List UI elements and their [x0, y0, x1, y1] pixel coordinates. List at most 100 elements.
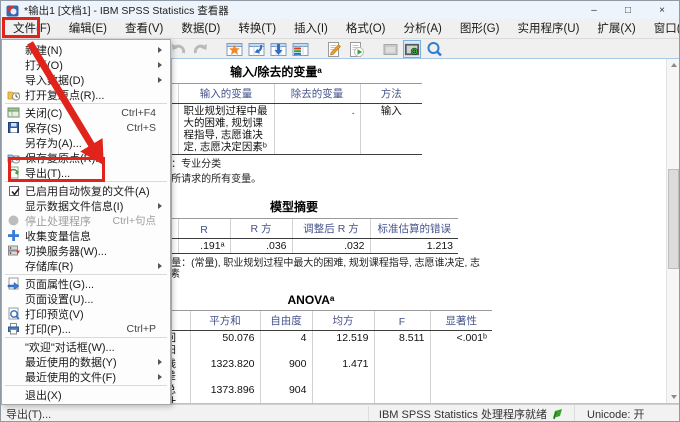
- table-row: .191ᵃ .036.032 1.213: [172, 238, 458, 254]
- menubar-item-utilities[interactable]: 实用程序(U): [508, 19, 588, 39]
- menubar-item-view[interactable]: 查看(V): [116, 19, 172, 39]
- menu-item-print-preview[interactable]: 打印预览(V): [2, 306, 170, 321]
- menu-item-open-restore-point[interactable]: 打开复原点(R)...: [2, 87, 170, 102]
- table-footnote: b. 已输入所请求的所有变量。: [171, 174, 262, 185]
- table-cell: 8.511: [373, 330, 430, 357]
- menubar-item-extensions[interactable]: 扩展(X): [588, 19, 644, 39]
- goto-data-icon[interactable]: [247, 40, 265, 58]
- maximize-button[interactable]: □: [611, 1, 645, 19]
- table-cell: 12.519: [311, 330, 374, 357]
- menu-item-label: 导入数据(D): [25, 74, 85, 87]
- file-menu-dropdown: 新建(N) 打开(O) 导入数据(D) 打开复原点(R)... 关闭(C) Ctrl+F4…: [1, 39, 171, 405]
- menubar-item-insert[interactable]: 插入(I): [285, 19, 337, 39]
- menu-item-stop-processor: 停止处理程序 Ctrl+句点: [2, 213, 170, 228]
- table-cell: .036: [229, 238, 292, 254]
- table-cell: 50.076: [189, 330, 260, 357]
- submenu-arrow-icon: [158, 46, 162, 53]
- menubar-item-file[interactable]: 文件(F): [4, 19, 60, 39]
- print-preview-icon: [8, 307, 20, 320]
- menu-item-exit[interactable]: 退出(X): [2, 387, 170, 402]
- menubar-item-window[interactable]: 窗口(W): [645, 19, 679, 39]
- menu-item-export[interactable]: 导出(T)...: [2, 165, 170, 180]
- submenu-arrow-icon: [158, 61, 162, 68]
- vertical-scrollbar[interactable]: [666, 59, 679, 403]
- menu-item-recent-data[interactable]: 最近使用的数据(Y): [2, 354, 170, 369]
- close-button[interactable]: ×: [645, 1, 679, 19]
- menu-item-save-restore-point[interactable]: 保存复原点(R)...: [2, 150, 170, 165]
- goto-case-icon[interactable]: [269, 40, 287, 58]
- submenu-arrow-icon: [158, 358, 162, 365]
- menubar-item-graphs[interactable]: 图形(G): [451, 19, 509, 39]
- switch-server-icon: [8, 245, 20, 256]
- menu-item-repository[interactable]: 存储库(R): [2, 258, 170, 273]
- processor-status: IBM SPSS Statistics 处理程序就绪: [378, 409, 547, 421]
- menu-item-import-data[interactable]: 导入数据(D): [2, 72, 170, 87]
- column-header: R 方: [229, 218, 292, 239]
- scroll-up-arrow[interactable]: [667, 59, 679, 71]
- menu-item-open[interactable]: 打开(O): [2, 57, 170, 72]
- zoom-icon[interactable]: [425, 40, 443, 58]
- table-cell: 职业规划过程中最大的困难, 规划课程指导, 志愿谁决定, 志愿决定因素ᵇ: [177, 103, 274, 155]
- menu-item-page-setup[interactable]: 页面设置(U)...: [2, 291, 170, 306]
- menu-item-switch-server[interactable]: 切换服务器(W)...: [2, 243, 170, 258]
- column-header: 平方和: [189, 310, 260, 331]
- menu-item-collect-variable-info[interactable]: 收集变量信息: [2, 228, 170, 243]
- status-bar: 导出(T)... IBM SPSS Statistics 处理程序就绪 Unic…: [1, 404, 679, 421]
- app-icon: [6, 4, 19, 16]
- run-script-icon[interactable]: [347, 40, 365, 58]
- table-cell: [311, 383, 374, 403]
- menu-item-new[interactable]: 新建(N): [2, 42, 170, 57]
- variables-icon[interactable]: [291, 40, 309, 58]
- spss-viewer-window: *输出1 [文档1] - IBM SPSS Statistics 查看器 – □…: [0, 0, 680, 422]
- menu-item-autorecovery-files[interactable]: 已启用自动恢复的文件(A): [2, 183, 170, 198]
- menu-item-label: 停止处理程序: [25, 215, 91, 228]
- menubar-item-data[interactable]: 数据(D): [172, 19, 229, 39]
- pivot-table-0[interactable]: 输入/除去的变量ᵃ 输入的变量 除去的变量 方法 职业规划过程中最大的困难, 规划课程指…: [171, 63, 679, 185]
- menubar-item-edit[interactable]: 编辑(E): [60, 19, 116, 39]
- menu-item-save-as[interactable]: 另存为(A)...: [2, 135, 170, 150]
- menu-item-label: 打开(O): [25, 59, 63, 72]
- menu-item-label: 另存为(A)...: [25, 137, 82, 150]
- table-cell: [429, 383, 492, 403]
- pivot-table-2[interactable]: ANOVAᵃ 平方和自由度均方F显著性回归50.076412.5198.511<.…: [172, 293, 679, 403]
- menu-item-display-data-file-info[interactable]: 显示数据文件信息(I): [2, 198, 170, 213]
- menu-item-label: 打印(P)...: [25, 323, 71, 336]
- menu-item-label: 退出(X): [25, 389, 62, 402]
- menubar-item-transform[interactable]: 转换(T): [229, 19, 285, 39]
- table-row: 职业规划过程中最大的困难, 规划课程指导, 志愿谁决定, 志愿决定因素ᵇ. 输入: [172, 103, 422, 155]
- menu-item-label: 新建(N): [25, 44, 63, 57]
- menu-item-label: 收集变量信息: [25, 230, 91, 243]
- save-icon: [8, 122, 19, 133]
- menu-item-welcome-dialog[interactable]: "欢迎"对话框(W)...: [2, 339, 170, 354]
- table-cell: .: [273, 103, 360, 155]
- output-content-pane: 输入/除去的变量ᵃ 输入的变量 除去的变量 方法 职业规划过程中最大的困难, 规划课程指…: [171, 58, 679, 404]
- menu-bar: 文件(F) 编辑(E) 查看(V) 数据(D) 转换(T) 插入(I) 格式(O) 分析(A)…: [1, 19, 679, 39]
- column-header: 方法: [359, 83, 422, 104]
- close-doc-icon: [7, 107, 20, 118]
- table-cell: 1.471: [311, 357, 374, 383]
- menubar-item-format[interactable]: 格式(O): [337, 19, 395, 39]
- scrollbar-thumb[interactable]: [668, 169, 679, 269]
- menubar-item-analyze[interactable]: 分析(A): [395, 19, 451, 39]
- pivot-table-1[interactable]: 模型摘要 R R 方调整后 R 方标准估算的错误 .191ᵃ .036.032 1.213…: [172, 198, 679, 280]
- table-cell: [429, 357, 492, 383]
- table-cell: 904: [259, 383, 312, 403]
- column-header: [172, 310, 190, 331]
- activate-image-icon[interactable]: [403, 40, 421, 58]
- menu-item-page-attributes[interactable]: 页面属性(G)...: [2, 276, 170, 291]
- select-last-output-icon[interactable]: [325, 40, 343, 58]
- submenu-arrow-icon: [158, 373, 162, 380]
- title-bar: *输出1 [文档1] - IBM SPSS Statistics 查看器 – □…: [1, 1, 679, 19]
- menu-item-shortcut: Ctrl+P: [126, 322, 156, 335]
- menu-item-save[interactable]: 保存(S) Ctrl+S: [2, 120, 170, 135]
- scroll-down-arrow[interactable]: [667, 391, 679, 403]
- menu-item-recent-files[interactable]: 最近使用的文件(F): [2, 369, 170, 384]
- menu-item-print[interactable]: 打印(P)... Ctrl+P: [2, 321, 170, 336]
- table-cell: 900: [259, 357, 312, 383]
- menu-item-label: 已启用自动恢复的文件(A): [25, 185, 150, 198]
- minimize-button[interactable]: –: [577, 1, 611, 19]
- table: RR 方调整后 R 方标准估算的错误 .191ᵃ .036.032 1.213: [172, 218, 458, 254]
- menu-item-close[interactable]: 关闭(C) Ctrl+F4: [2, 105, 170, 120]
- menu-item-label: 存储库(R): [25, 260, 74, 273]
- dialog-recall-icon[interactable]: [225, 40, 243, 58]
